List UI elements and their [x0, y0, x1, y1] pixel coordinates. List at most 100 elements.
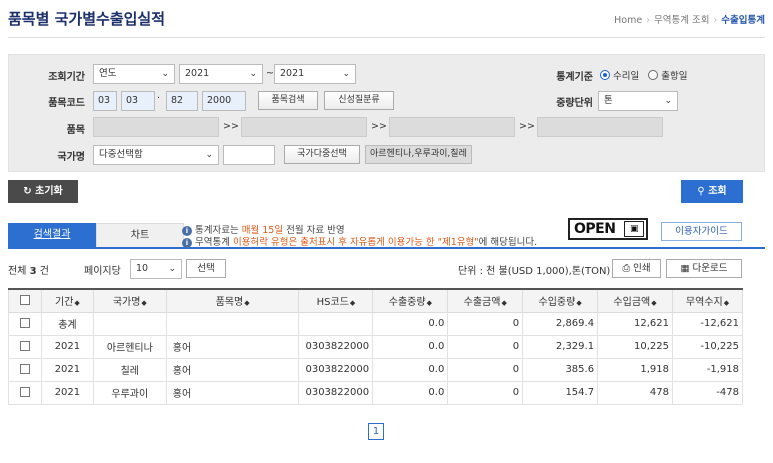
sort-icon: ◆ [723, 299, 730, 308]
col-header-period[interactable]: 기간◆ [40, 288, 94, 313]
sort-icon: ◆ [651, 299, 657, 308]
cell-period: 2021 [40, 357, 94, 382]
cell-hscode [298, 311, 374, 336]
period-type-select[interactable]: 연도 ⌄ [93, 64, 175, 84]
stat-basis-label: 통계기준 [556, 72, 593, 83]
period-from-select[interactable]: 2021 ⌄ [179, 64, 263, 84]
row-checkbox[interactable] [8, 357, 42, 382]
results-table: 기간◆ 국가명◆ 품목명◆ HS코드◆ 수출중량◆ 수출금액◆ 수입중량◆ 수입… [8, 288, 744, 405]
stat-basis-option-accept[interactable]: 수리일 [613, 71, 639, 82]
breadcrumb-home[interactable]: Home [614, 15, 642, 26]
cell-period: 총계 [40, 311, 94, 336]
sort-icon: ◆ [426, 299, 432, 308]
new-classification-button[interactable]: 신성질분류 [324, 91, 394, 110]
item-level4-field [537, 117, 663, 137]
search-panel: 조회기간 연도 ⌄ 2021 ⌄ ~ 2021 ⌄ 통계기준 수리일 출항일 품목코드… [8, 54, 765, 172]
stat-basis-radio-group: 수리일 출항일 [600, 68, 688, 82]
cell-export-amount: 0 [447, 380, 524, 405]
user-guide-button[interactable]: 이용자가이드 [661, 222, 742, 241]
cell-item: 홍어 [165, 334, 300, 359]
col-header-trade-balance[interactable]: 무역수지◆ [671, 288, 744, 313]
period-label: 조회기간 [48, 72, 85, 83]
radio-icon[interactable] [648, 70, 659, 80]
table-row: 2021 칠레 홍어 0303822000 0.0 0 385.6 1,918 … [8, 357, 744, 382]
open-license-logo: OPEN ▣ [568, 218, 648, 240]
cell-country: 우루과이 [92, 380, 167, 405]
country-select[interactable]: 다중선택함 ⌄ [93, 145, 219, 165]
row-checkbox[interactable] [8, 380, 42, 405]
checkbox-icon[interactable] [19, 340, 30, 351]
checkbox-icon[interactable] [19, 317, 30, 328]
cell-import-weight: 154.7 [522, 380, 599, 405]
cell-country: 칠레 [92, 357, 167, 382]
col-header-import-weight[interactable]: 수입중량◆ [522, 288, 599, 313]
col-header-item[interactable]: 품목명◆ [165, 288, 300, 313]
chevron-down-icon: ⌄ [161, 69, 169, 79]
print-button[interactable]: ⎙ 인쇄 [612, 259, 661, 278]
cell-export-amount: 0 [447, 311, 524, 336]
item-arrow-1: >> [223, 121, 239, 132]
search-button[interactable]: ⚲ 조회 [681, 180, 743, 203]
cell-trade-balance: -478 [671, 380, 744, 405]
select-all-header[interactable] [8, 288, 42, 313]
cell-import-weight: 2,869.4 [522, 311, 599, 336]
cell-trade-balance: -10,225 [671, 334, 744, 359]
cell-import-amount: 10,225 [597, 334, 673, 359]
tab-search-results[interactable]: 검색결과 [8, 223, 96, 247]
table-row: 총계 0.0 0 2,869.4 12,621 -12,621 [8, 311, 744, 336]
cell-export-amount: 0 [447, 334, 524, 359]
info-icon: i [182, 238, 192, 248]
per-page-select[interactable]: 10 ⌄ [130, 259, 182, 279]
item-code-input-3[interactable]: 82 [166, 91, 198, 111]
cell-trade-balance: -12,621 [671, 311, 744, 336]
chevron-down-icon: ⌄ [664, 96, 672, 106]
reset-button[interactable]: ↻ 초기화 [8, 180, 78, 203]
table-row: 2021 아르헨티나 홍어 0303822000 0.0 0 2,329.1 1… [8, 334, 744, 359]
cell-item [165, 311, 300, 336]
sort-icon: ◆ [501, 299, 507, 308]
chevron-right-icon: › [713, 15, 718, 26]
refresh-icon: ↻ [23, 186, 32, 197]
sort-icon: ◆ [244, 299, 250, 308]
notice-line-2: i 무역통계 이용허락 유형은 출처표시 후 자유롭게 이용가능 한 "제1유형"… [182, 234, 537, 248]
total-count: 전체 3 건 [8, 266, 49, 277]
country-text-input[interactable] [223, 145, 275, 165]
item-code-input-4[interactable]: 2000 [202, 91, 246, 111]
download-button[interactable]: ▦ 다운로드 [666, 259, 742, 278]
cell-import-weight: 385.6 [522, 357, 599, 382]
checkbox-icon[interactable] [19, 294, 30, 305]
cell-item: 홍어 [165, 380, 300, 405]
col-header-import-amount[interactable]: 수입금액◆ [597, 288, 673, 313]
excel-icon: ▦ [680, 263, 690, 274]
item-code-input-1[interactable]: 03 [93, 91, 117, 111]
tab-chart[interactable]: 차트 [96, 223, 184, 247]
checkbox-icon[interactable] [19, 386, 30, 397]
selected-countries: 아르헨티나,우루과이,칠레 [365, 145, 472, 164]
cell-hscode: 0303822000 [298, 357, 374, 382]
cell-hscode: 0303822000 [298, 334, 374, 359]
col-header-country[interactable]: 국가명◆ [92, 288, 167, 313]
row-checkbox[interactable] [8, 334, 42, 359]
country-multi-select-button[interactable]: 국가다중선택 [284, 145, 360, 164]
col-header-export-amount[interactable]: 수출금액◆ [447, 288, 524, 313]
breadcrumb: Home › 무역통계 조회 › 수출입통계 [614, 12, 765, 26]
page-button-current[interactable]: 1 [368, 423, 384, 440]
col-header-export-weight[interactable]: 수출중량◆ [372, 288, 449, 313]
row-checkbox[interactable] [8, 311, 42, 336]
radio-icon[interactable] [600, 70, 610, 80]
page-header: 품목별 국가별수출입실적 Home › 무역통계 조회 › 수출입통계 [8, 0, 765, 38]
weight-unit-select[interactable]: 톤 ⌄ [598, 91, 678, 111]
item-search-button[interactable]: 품목검색 [258, 91, 318, 110]
printer-icon: ⎙ [622, 263, 631, 274]
select-button[interactable]: 선택 [186, 259, 226, 278]
stat-basis-option-depart[interactable]: 출항일 [661, 71, 687, 82]
col-header-hscode[interactable]: HS코드◆ [298, 288, 374, 313]
item-code-input-2[interactable]: 03 [121, 91, 155, 111]
period-to-select[interactable]: 2021 ⌄ [274, 64, 356, 84]
breadcrumb-trade-stats[interactable]: 무역통계 조회 [654, 15, 709, 26]
breadcrumb-current[interactable]: 수출입통계 [721, 15, 765, 26]
person-icon: ▣ [624, 221, 644, 237]
checkbox-icon[interactable] [19, 363, 30, 374]
unit-text: 단위 : 천 불(USD 1,000),톤(TON) [458, 266, 611, 277]
country-label: 국가명 [57, 152, 85, 163]
